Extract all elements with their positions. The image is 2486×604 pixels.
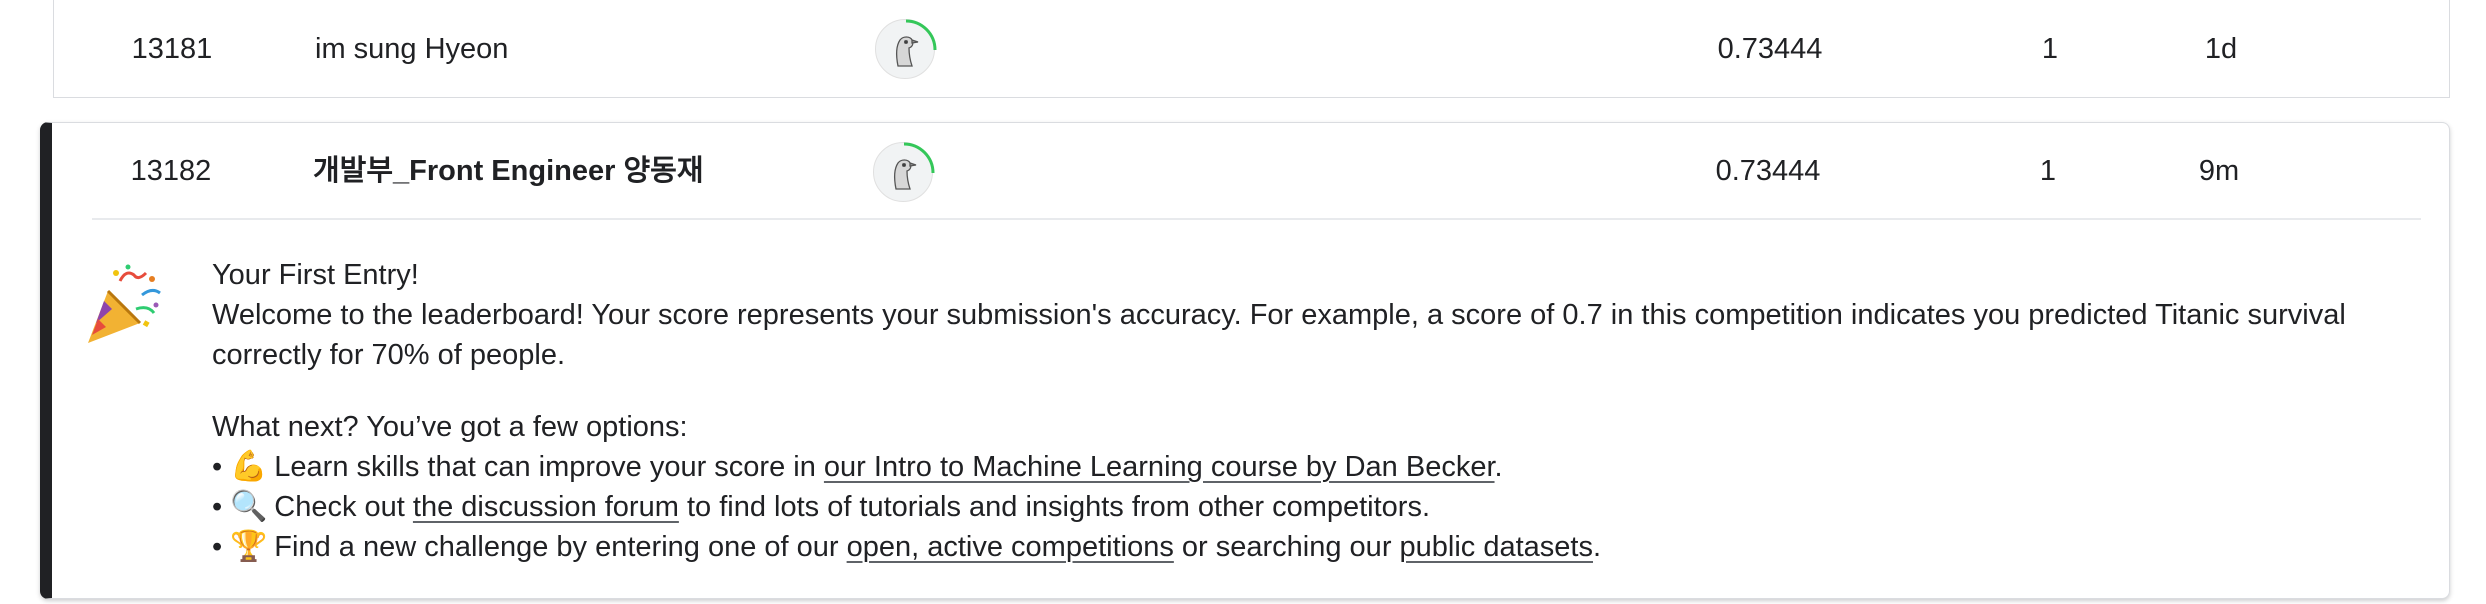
last-submission-cell: 9m	[2198, 155, 2240, 187]
entries-cell: 1	[2039, 155, 2057, 187]
trophy-icon: 🏆	[230, 529, 268, 564]
leaderboard-row: 13181 im sung Hyeon 0.73444 1 1d	[53, 0, 2450, 98]
intro-ml-course-link[interactable]: our Intro to Machine Learning course by …	[824, 451, 1495, 483]
first-entry-title: Your First Entry!	[212, 259, 419, 291]
bullet: •	[212, 531, 223, 563]
discussion-forum-link[interactable]: the discussion forum	[413, 491, 679, 523]
option-text: Learn skills that can improve your score…	[274, 451, 824, 483]
row-divider	[92, 218, 2421, 220]
next-steps-intro: What next? You’ve got a few options:	[212, 411, 688, 443]
rank-cell: 13182	[130, 155, 212, 187]
option-text: .	[1494, 451, 1503, 483]
ostrich-avatar-icon	[875, 19, 937, 81]
ostrich-avatar-icon	[873, 142, 935, 204]
score-cell: 0.73444	[1715, 155, 1821, 187]
team-name-cell[interactable]: 개발부_Front Engineer 양동재	[313, 153, 704, 189]
party-popper-icon	[88, 264, 161, 343]
option-new-challenge: • 🏆 Find a new challenge by entering one…	[212, 527, 2442, 567]
public-datasets-link[interactable]: public datasets	[1400, 531, 1593, 563]
option-text: or searching our	[1173, 531, 1400, 563]
option-text: to find lots of tutorials and insights f…	[678, 491, 1431, 523]
first-entry-message: Your First Entry! Welcome to the leaderb…	[212, 255, 2442, 567]
magnifier-icon: 🔍	[230, 489, 268, 524]
option-text: .	[1593, 531, 1602, 563]
last-submission-cell: 1d	[2204, 33, 2238, 65]
first-entry-welcome: Welcome to the leaderboard! Your score r…	[212, 299, 2346, 371]
bullet: •	[212, 491, 223, 523]
rank-cell: 13181	[131, 33, 213, 65]
entries-cell: 1	[2041, 33, 2059, 65]
active-competitions-link[interactable]: open, active competitions	[847, 531, 1174, 563]
team-member-avatar[interactable]	[873, 142, 935, 204]
team-member-avatar[interactable]	[875, 19, 937, 81]
option-text: Check out	[274, 491, 413, 523]
bullet: •	[212, 451, 223, 483]
score-cell: 0.73444	[1717, 33, 1823, 65]
option-learn-skills: • 💪 Learn skills that can improve your s…	[212, 447, 2442, 487]
option-discussion: • 🔍 Check out the discussion forum to fi…	[212, 487, 2442, 527]
team-name-cell[interactable]: im sung Hyeon	[315, 31, 508, 67]
my-entry-card: 13182 개발부_Front Engineer 양동재 0.73444 1 9…	[40, 122, 2450, 599]
flexed-biceps-icon: 💪	[230, 449, 268, 484]
option-text: Find a new challenge by entering one of …	[274, 531, 847, 563]
